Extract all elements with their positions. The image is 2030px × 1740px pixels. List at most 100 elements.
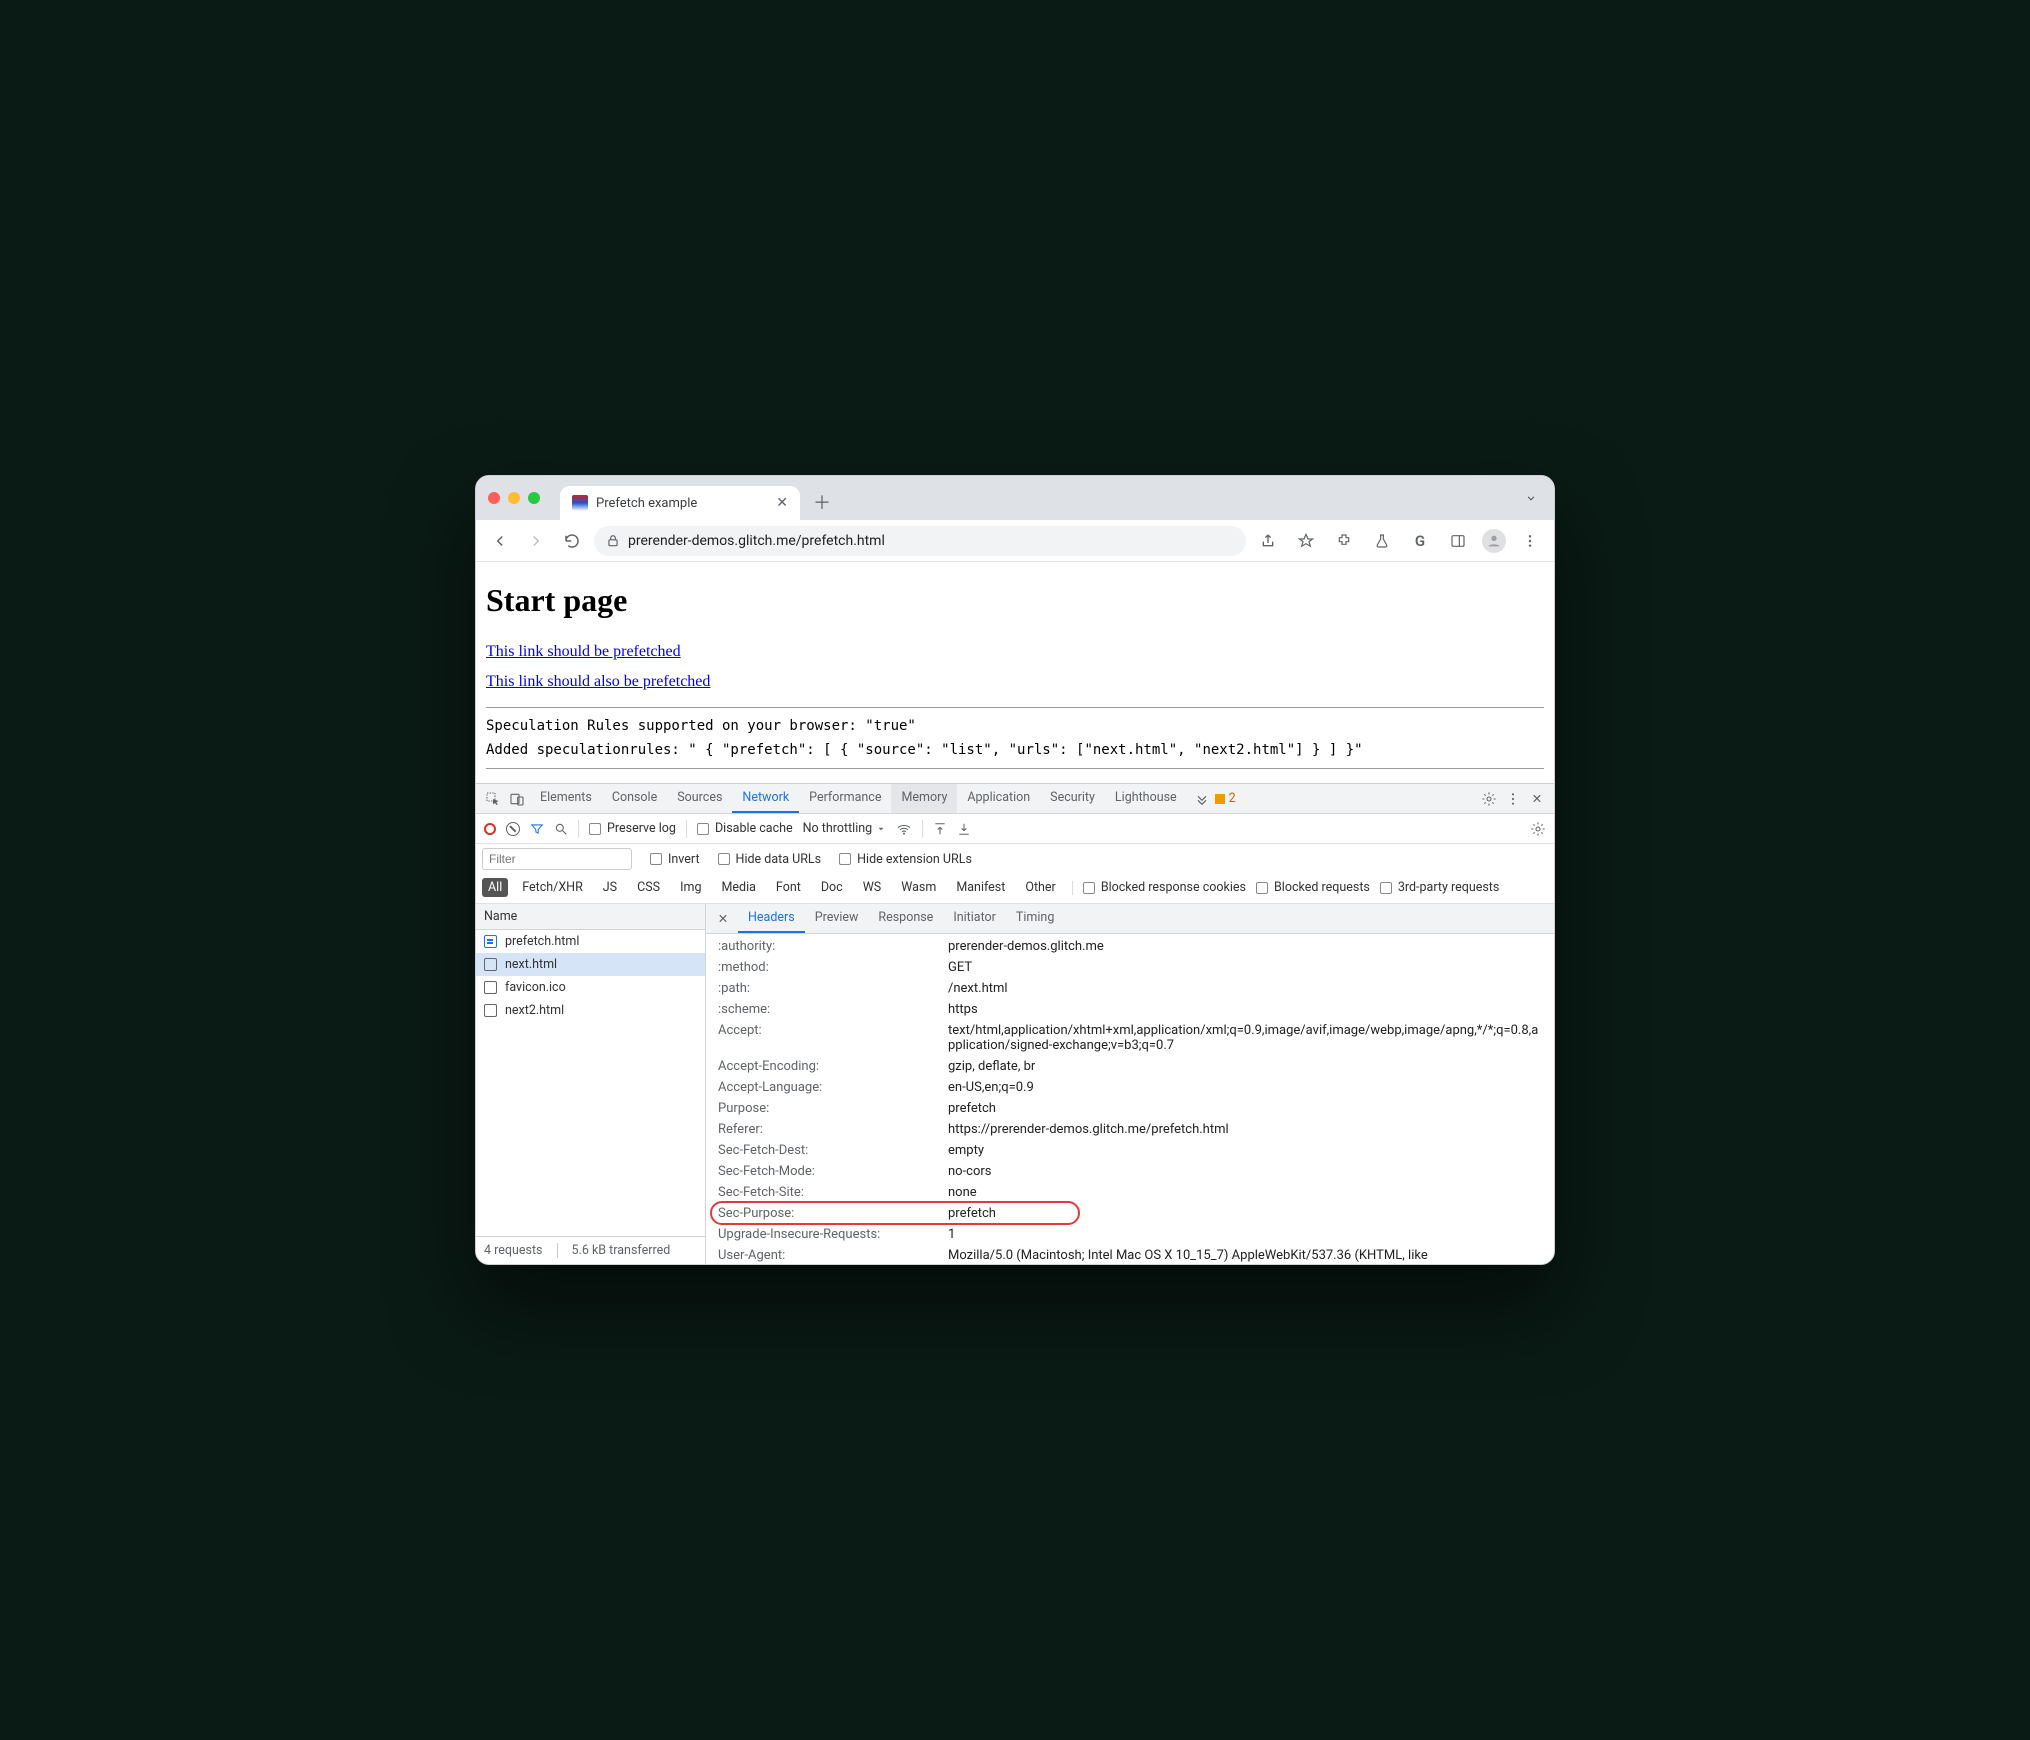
address-bar[interactable]: prerender-demos.glitch.me/prefetch.html (594, 526, 1246, 556)
minimize-window-button[interactable] (508, 492, 520, 504)
share-icon[interactable] (1254, 527, 1282, 555)
header-value: GET (948, 960, 1542, 975)
forward-button[interactable] (522, 527, 550, 555)
disable-cache-checkbox[interactable]: Disable cache (697, 821, 793, 836)
type-filter-other[interactable]: Other (1019, 878, 1061, 897)
detail-tab-initiator[interactable]: Initiator (943, 904, 1006, 933)
panel-tab-lighthouse[interactable]: Lighthouse (1105, 784, 1187, 813)
side-panel-icon[interactable] (1444, 527, 1472, 555)
type-filter-css[interactable]: CSS (631, 878, 666, 897)
panel-tab-network[interactable]: Network (732, 784, 799, 813)
panel-tab-sources[interactable]: Sources (667, 784, 732, 813)
type-filter-img[interactable]: Img (674, 878, 707, 897)
header-key: Accept-Language: (718, 1080, 948, 1095)
type-filter-ws[interactable]: WS (857, 878, 888, 897)
type-filter-font[interactable]: Font (770, 878, 807, 897)
header-value: prerender-demos.glitch.me (948, 939, 1542, 954)
clear-button[interactable] (506, 822, 520, 836)
file-icon (484, 958, 497, 971)
panel-tab-elements[interactable]: Elements (530, 784, 602, 813)
header-key: Sec-Fetch-Site: (718, 1185, 948, 1200)
detail-tab-headers[interactable]: Headers (738, 904, 805, 933)
bookmark-icon[interactable] (1292, 527, 1320, 555)
blocked-requests-checkbox[interactable]: Blocked requests (1256, 880, 1370, 895)
header-value: prefetch (948, 1206, 1542, 1221)
close-tab-icon[interactable]: ✕ (776, 495, 788, 511)
extensions-icon[interactable] (1330, 527, 1358, 555)
detail-tab-timing[interactable]: Timing (1006, 904, 1064, 933)
reload-button[interactable] (558, 527, 586, 555)
header-key: Accept-Encoding: (718, 1059, 948, 1074)
type-filter-media[interactable]: Media (715, 878, 761, 897)
divider (486, 707, 1544, 708)
panel-tab-application[interactable]: Application (957, 784, 1040, 813)
prefetch-link-2[interactable]: This link should also be prefetched (486, 673, 710, 691)
request-row[interactable]: next2.html (476, 999, 705, 1022)
blocked-cookies-checkbox[interactable]: Blocked response cookies (1083, 880, 1246, 895)
filter-toggle-icon[interactable] (530, 822, 544, 836)
close-detail-icon[interactable]: ✕ (712, 911, 734, 927)
settings-icon[interactable] (1478, 791, 1500, 807)
overflow-menu-icon[interactable] (1516, 527, 1544, 555)
throttling-select[interactable]: No throttling (803, 821, 887, 836)
panel-tab-performance[interactable]: Performance (799, 784, 891, 813)
search-icon[interactable] (554, 822, 568, 836)
close-devtools-icon[interactable]: ✕ (1526, 791, 1548, 807)
preserve-log-checkbox[interactable]: Preserve log (589, 821, 676, 836)
request-row[interactable]: next.html (476, 953, 705, 976)
network-settings-icon[interactable] (1530, 821, 1546, 837)
inspect-element-icon[interactable] (482, 791, 504, 807)
request-row[interactable]: favicon.ico (476, 976, 705, 999)
header-row: Sec-Fetch-Site:none (706, 1182, 1554, 1203)
record-button[interactable] (484, 823, 496, 835)
hide-data-urls-checkbox[interactable]: Hide data URLs (718, 852, 822, 867)
type-filter-wasm[interactable]: Wasm (895, 878, 942, 897)
panel-tab-security[interactable]: Security (1040, 784, 1105, 813)
browser-tab[interactable]: Prefetch example ✕ (560, 486, 800, 520)
network-conditions-icon[interactable] (896, 821, 912, 837)
panel-tab-memory[interactable]: Memory (891, 784, 957, 813)
more-panels-icon[interactable] (1191, 791, 1213, 807)
import-har-icon[interactable] (933, 822, 947, 836)
type-filter-fetch-xhr[interactable]: Fetch/XHR (516, 878, 589, 897)
invert-checkbox[interactable]: Invert (650, 852, 700, 867)
device-toolbar-icon[interactable] (506, 791, 528, 807)
request-list-header[interactable]: Name (476, 904, 705, 930)
tab-strip: Prefetch example ✕ ＋ (476, 476, 1554, 520)
back-button[interactable] (486, 527, 514, 555)
detail-tab-response[interactable]: Response (868, 904, 943, 933)
export-har-icon[interactable] (957, 822, 971, 836)
filter-input[interactable] (482, 848, 632, 870)
detail-tab-preview[interactable]: Preview (805, 904, 869, 933)
browser-toolbar: prerender-demos.glitch.me/prefetch.html … (476, 520, 1554, 562)
header-row: Accept-Encoding:gzip, deflate, br (706, 1056, 1554, 1077)
type-filter-all[interactable]: All (482, 878, 508, 897)
tabs-overflow-button[interactable] (1524, 491, 1538, 505)
prefetch-link-1[interactable]: This link should be prefetched (486, 643, 681, 661)
devtools-menu-icon[interactable] (1502, 791, 1524, 807)
url-text: prerender-demos.glitch.me/prefetch.html (628, 533, 885, 549)
google-icon[interactable]: G (1406, 527, 1434, 555)
type-filter-js[interactable]: JS (597, 878, 623, 897)
status-line-1: Speculation Rules supported on your brow… (486, 718, 1544, 734)
maximize-window-button[interactable] (528, 492, 540, 504)
close-window-button[interactable] (488, 492, 500, 504)
panel-tab-console[interactable]: Console (602, 784, 667, 813)
header-value: no-cors (948, 1164, 1542, 1179)
warnings-badge[interactable]: 2 (1215, 791, 1236, 806)
header-value: https://prerender-demos.glitch.me/prefet… (948, 1122, 1542, 1137)
header-value: https (948, 1002, 1542, 1017)
type-filter-doc[interactable]: Doc (815, 878, 849, 897)
hide-extension-urls-checkbox[interactable]: Hide extension URLs (839, 852, 972, 867)
file-icon (484, 981, 497, 994)
header-row: Sec-Purpose:prefetch (706, 1203, 1554, 1224)
profile-avatar[interactable] (1482, 529, 1506, 553)
new-tab-button[interactable]: ＋ (808, 488, 836, 516)
third-party-checkbox[interactable]: 3rd-party requests (1380, 880, 1499, 895)
request-row[interactable]: prefetch.html (476, 930, 705, 953)
window-controls (488, 492, 540, 504)
type-filter-manifest[interactable]: Manifest (950, 878, 1011, 897)
favicon-icon (572, 495, 588, 511)
labs-icon[interactable] (1368, 527, 1396, 555)
headers-list[interactable]: :authority:prerender-demos.glitch.me:met… (706, 934, 1554, 1264)
